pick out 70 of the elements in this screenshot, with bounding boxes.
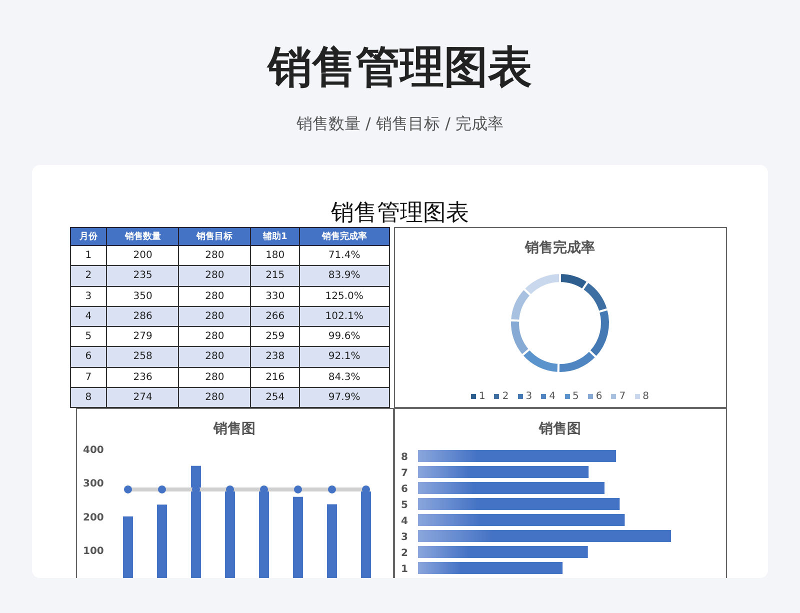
y-axis-label: 300 bbox=[82, 478, 104, 490]
table-cell: 8 bbox=[70, 387, 107, 408]
table-cell: 7 bbox=[70, 367, 107, 388]
table-cell: 280 bbox=[178, 306, 251, 326]
table-cell: 125.0% bbox=[300, 286, 389, 306]
chart-title: 销售图 bbox=[212, 420, 256, 438]
table-cell: 235 bbox=[106, 266, 179, 286]
legend-label: 3 bbox=[526, 391, 532, 402]
legend-swatch bbox=[541, 394, 546, 399]
legend-label: 7 bbox=[619, 391, 626, 402]
table-cell: 286 bbox=[106, 306, 179, 326]
column-header: 销售完成率 bbox=[300, 228, 389, 246]
column-header: 月份 bbox=[70, 228, 107, 246]
legend-swatch bbox=[611, 394, 616, 399]
page-title: 销售管理图表 bbox=[268, 41, 532, 95]
table-cell: 2 bbox=[70, 266, 107, 286]
sheet-title: 销售管理图表 bbox=[331, 199, 469, 227]
table-cell: 280 bbox=[178, 286, 251, 306]
legend-swatch bbox=[494, 394, 500, 399]
legend-label: 2 bbox=[502, 391, 509, 402]
table-cell: 83.9% bbox=[300, 266, 389, 286]
table-cell: 97.9% bbox=[300, 387, 389, 408]
table-cell: 330 bbox=[250, 286, 300, 306]
legend-label: 4 bbox=[549, 391, 556, 402]
y-axis-label: 4 bbox=[400, 516, 408, 527]
bar bbox=[122, 516, 132, 578]
legend-swatch bbox=[588, 394, 593, 399]
table-cell: 216 bbox=[250, 367, 300, 388]
column-header: 辅助1 bbox=[250, 228, 300, 246]
legend-swatch bbox=[518, 394, 523, 399]
y-axis-label: 3 bbox=[400, 532, 408, 543]
table-cell: 254 bbox=[250, 387, 300, 408]
table-cell: 215 bbox=[250, 266, 300, 286]
table-cell: 280 bbox=[178, 346, 251, 367]
legend-swatch bbox=[564, 394, 570, 399]
table-cell: 350 bbox=[106, 286, 179, 306]
table-cell: 84.3% bbox=[300, 367, 389, 388]
legend-label: 1 bbox=[479, 391, 486, 402]
table-cell: 258 bbox=[106, 346, 179, 367]
column-header: 销售数量 bbox=[106, 228, 179, 246]
y-axis-label: 2 bbox=[400, 548, 408, 559]
y-axis-label: 5 bbox=[400, 500, 408, 511]
table-cell: 280 bbox=[178, 367, 251, 388]
table-cell: 102.1% bbox=[300, 306, 389, 326]
legend-label: 6 bbox=[596, 391, 602, 402]
y-axis-label: 1 bbox=[400, 564, 408, 575]
y-axis-label: 400 bbox=[82, 445, 104, 456]
table-cell: 6 bbox=[70, 346, 107, 367]
y-axis-label: 200 bbox=[82, 512, 104, 524]
chart-title: 销售图 bbox=[538, 420, 582, 438]
table-cell: 274 bbox=[106, 387, 179, 408]
table-cell: 280 bbox=[178, 387, 251, 408]
y-axis-label: 6 bbox=[400, 484, 408, 495]
legend-label: 5 bbox=[572, 391, 579, 402]
table-cell: 238 bbox=[250, 346, 300, 367]
page-subtitle: 销售数量 / 销售目标 / 完成率 bbox=[296, 114, 504, 135]
column-header: 销售目标 bbox=[178, 228, 251, 246]
table-cell: 3 bbox=[70, 286, 107, 306]
table-cell: 280 bbox=[178, 266, 251, 286]
y-axis-label: 7 bbox=[400, 468, 408, 479]
table-cell: 4 bbox=[70, 306, 107, 326]
y-axis-label: 100 bbox=[82, 546, 104, 558]
table-cell: 236 bbox=[106, 367, 179, 388]
table-cell: 266 bbox=[250, 306, 300, 326]
y-axis-label: 8 bbox=[400, 452, 408, 463]
legend-swatch bbox=[471, 394, 476, 399]
legend-swatch bbox=[634, 394, 640, 399]
legend-label: 8 bbox=[642, 391, 649, 402]
table-cell: 92.1% bbox=[300, 346, 389, 367]
chart-title: 销售完成率 bbox=[525, 239, 595, 257]
